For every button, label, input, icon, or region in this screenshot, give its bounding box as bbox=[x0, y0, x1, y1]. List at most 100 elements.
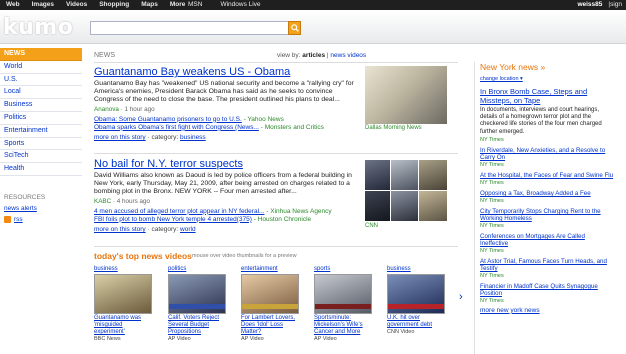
video-card: business Guantanamo was 'misguided exper… bbox=[94, 266, 154, 342]
local-lead-summary: In documents, interviews and court heari… bbox=[480, 107, 602, 135]
category-link[interactable]: world bbox=[180, 226, 196, 233]
local-news-heading[interactable]: New York news » bbox=[480, 62, 614, 72]
story-source[interactable]: Ananova bbox=[94, 106, 119, 113]
video-thumbnail[interactable] bbox=[94, 274, 152, 314]
video-category[interactable]: business bbox=[94, 266, 154, 272]
local-news-source: NY Times bbox=[480, 161, 504, 168]
username[interactable]: weiss85 bbox=[577, 1, 602, 8]
video-category[interactable]: sports bbox=[314, 266, 374, 272]
video-thumbnail[interactable] bbox=[168, 274, 226, 314]
change-location-link[interactable]: change location ▾ bbox=[480, 76, 614, 82]
video-category[interactable]: politics bbox=[168, 266, 228, 272]
site-header: kumo bbox=[0, 10, 626, 44]
video-thumbnail[interactable] bbox=[387, 274, 445, 314]
video-card: politics Calif. Voters Reject Several Bu… bbox=[168, 266, 228, 342]
view-by-switcher: view by: articles | news videos bbox=[277, 52, 366, 59]
local-lead-source: NY Times bbox=[480, 136, 504, 143]
video-title[interactable]: Sportsminute: Mickelson's Wife's Cancer … bbox=[314, 315, 374, 336]
sidebar-item-health[interactable]: Health bbox=[0, 163, 82, 176]
related-story-source: Houston Chronicle bbox=[257, 215, 312, 223]
top-nav-images[interactable]: Images bbox=[32, 1, 54, 8]
video-thumbnail[interactable] bbox=[241, 274, 299, 314]
story-photo[interactable] bbox=[391, 191, 418, 221]
resources-heading: RESOURCES bbox=[4, 193, 46, 201]
sidebar-item-local[interactable]: Local bbox=[0, 86, 82, 100]
local-news-source: NY Times bbox=[480, 179, 504, 186]
top-nav-web[interactable]: Web bbox=[6, 1, 20, 8]
related-story-link[interactable]: Obama: Some Guantanamo prisoners to go t… bbox=[94, 116, 242, 123]
sidebar-item-news[interactable]: NEWS bbox=[0, 48, 82, 61]
video-title[interactable]: Calif. Voters Reject Several Budget Prop… bbox=[168, 315, 228, 336]
top-nav-windows-live[interactable]: Windows Live bbox=[220, 1, 260, 8]
story-photo[interactable] bbox=[365, 66, 447, 124]
sidebar-item-scitech[interactable]: SciTech bbox=[0, 150, 82, 164]
local-news-item[interactable]: In Riverdale, New Anxieties, and a Resol… bbox=[480, 147, 614, 161]
related-story-source: Xinhua News Agency bbox=[270, 207, 332, 215]
photo-caption[interactable]: Dallas Morning News bbox=[365, 125, 422, 131]
story-source[interactable]: KABC bbox=[94, 198, 111, 205]
more-local-news-link[interactable]: more new york news bbox=[480, 307, 614, 314]
related-story-link[interactable]: 4 men accused of alleged terror plot app… bbox=[94, 208, 264, 215]
story-photo[interactable] bbox=[365, 191, 390, 221]
more-on-this-story-link[interactable]: more on this story bbox=[94, 226, 146, 233]
story-time: 4 hours ago bbox=[116, 197, 151, 205]
top-nav-msn[interactable]: MSN bbox=[188, 1, 202, 8]
video-category[interactable]: business bbox=[387, 266, 447, 272]
top-nav-maps[interactable]: Maps bbox=[141, 1, 158, 8]
rss-link[interactable]: rss bbox=[0, 215, 82, 223]
sidebar-item-world[interactable]: World bbox=[0, 61, 82, 74]
top-videos-heading[interactable]: today's top news videos bbox=[94, 251, 192, 261]
related-story-link[interactable]: FBI foils plot to bomb New York temple 4… bbox=[94, 216, 252, 223]
top-nav-shopping[interactable]: Shopping bbox=[99, 1, 129, 8]
local-news-item[interactable]: City Temporarily Stops Charging Rent to … bbox=[480, 208, 614, 222]
local-news-item[interactable]: Conferences on Mortgages Are Called Inef… bbox=[480, 233, 614, 247]
related-story: Obama sparks Obama's first fight with Co… bbox=[94, 123, 324, 131]
video-title[interactable]: U.K. hit over government debt bbox=[387, 315, 447, 329]
kumo-logo[interactable]: kumo bbox=[3, 15, 73, 40]
related-story: Obama: Some Guantanamo prisoners to go t… bbox=[94, 115, 284, 123]
video-thumbnail[interactable] bbox=[314, 274, 372, 314]
top-nav-account: weiss85 |sign bbox=[577, 1, 622, 8]
sidebar-item-sports[interactable]: Sports bbox=[0, 138, 82, 151]
local-news-item[interactable]: At the Hospital, the Faces of Fear and S… bbox=[480, 172, 614, 179]
local-news-item[interactable]: Opposing a Tax, Broadway Added a Fee bbox=[480, 190, 614, 197]
news-alerts-link[interactable]: news alerts bbox=[0, 205, 82, 212]
local-news-panel: New York news » change location ▾ In Bro… bbox=[474, 62, 614, 354]
local-news-item[interactable]: At Astor Trial, Famous Faces Turn Heads,… bbox=[480, 258, 614, 272]
top-nav-center: MSN Windows Live bbox=[188, 1, 261, 8]
sidebar-item-us[interactable]: U.S. bbox=[0, 74, 82, 87]
photo-caption[interactable]: CNN bbox=[365, 223, 378, 229]
video-card: business U.K. hit over government debt C… bbox=[387, 266, 447, 335]
sidebar-item-business[interactable]: Business bbox=[0, 99, 82, 112]
sign-link[interactable]: |sign bbox=[608, 1, 622, 8]
story-photo[interactable] bbox=[391, 160, 418, 190]
video-title[interactable]: Guantanamo was 'misguided experiment' bbox=[94, 315, 154, 336]
view-news-videos-option[interactable]: news videos bbox=[330, 52, 366, 59]
search-button[interactable] bbox=[288, 21, 301, 35]
top-nav-videos[interactable]: Videos bbox=[66, 1, 87, 8]
related-story: FBI foils plot to bomb New York temple 4… bbox=[94, 215, 312, 223]
view-articles-option[interactable]: articles bbox=[302, 52, 325, 59]
related-story-link[interactable]: Obama sparks Obama's first fight with Co… bbox=[94, 124, 259, 131]
local-news-source: NY Times bbox=[480, 247, 504, 254]
search-input[interactable] bbox=[90, 21, 290, 35]
sidebar-item-politics[interactable]: Politics bbox=[0, 112, 82, 125]
divider bbox=[94, 62, 458, 63]
video-source: CNN Video bbox=[387, 329, 415, 335]
story-photo[interactable] bbox=[419, 191, 447, 221]
top-nav-more[interactable]: More bbox=[170, 1, 186, 8]
video-category[interactable]: entertainment bbox=[241, 266, 301, 272]
top-nav-links: Web Images Videos Shopping Maps More bbox=[6, 1, 185, 8]
next-videos-arrow-icon[interactable]: › bbox=[459, 291, 463, 303]
story-photo[interactable] bbox=[365, 160, 390, 190]
local-news-item[interactable]: Financier in Madoff Case Quits Synagogue… bbox=[480, 283, 614, 297]
local-news-source: NY Times bbox=[480, 197, 504, 204]
more-on-this-story-link[interactable]: more on this story bbox=[94, 134, 146, 141]
video-title[interactable]: For Lambert Lovers, Does 'Idol' Loss Mat… bbox=[241, 315, 301, 336]
category-link[interactable]: business bbox=[180, 134, 206, 141]
local-news-source: NY Times bbox=[480, 222, 504, 229]
story-photo[interactable] bbox=[419, 160, 447, 190]
local-lead-headline[interactable]: In Bronx Bomb Case, Steps and Missteps, … bbox=[480, 87, 614, 105]
local-news-source: NY Times bbox=[480, 272, 504, 279]
sidebar-item-entertainment[interactable]: Entertainment bbox=[0, 125, 82, 138]
